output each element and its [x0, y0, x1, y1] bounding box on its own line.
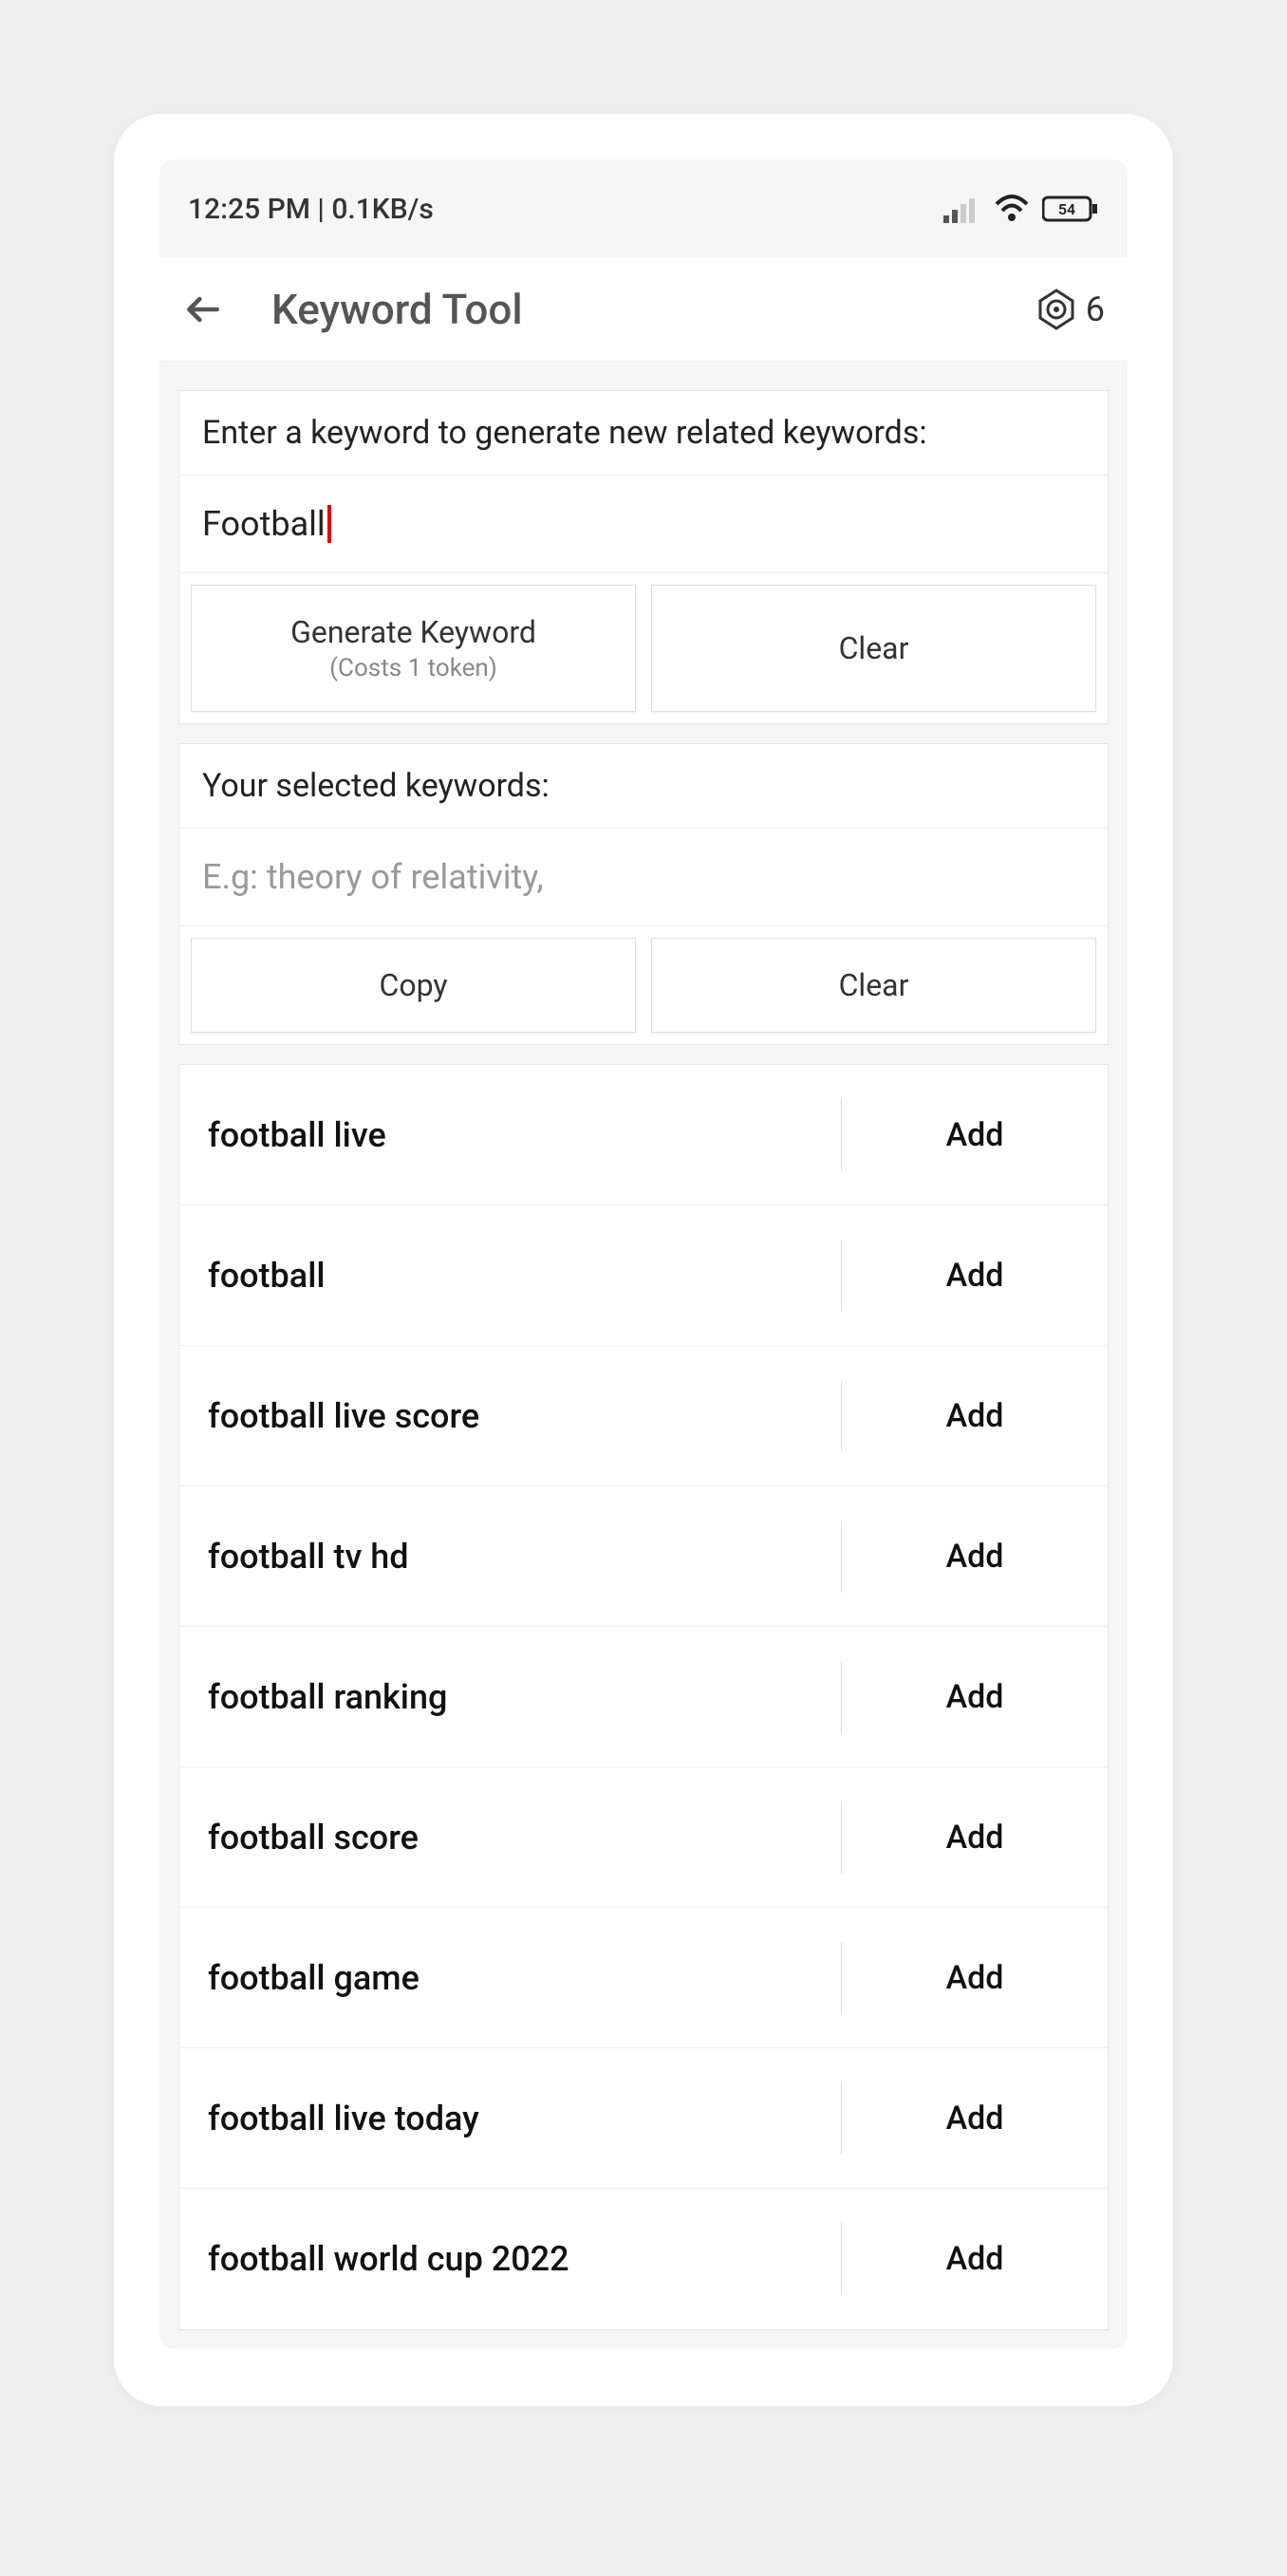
signal-icon [943, 195, 981, 223]
result-keyword: football live score [179, 1396, 841, 1436]
result-row: football scoreAdd [179, 1767, 1108, 1908]
outer-frame: 12:25 PM | 0.1KB/s 54 [0, 0, 1287, 2576]
selected-keywords-buttons: Copy Clear [179, 925, 1108, 1044]
result-keyword: football [179, 1256, 841, 1296]
phone-card: 12:25 PM | 0.1KB/s 54 [114, 114, 1173, 2406]
copy-button[interactable]: Copy [191, 938, 636, 1033]
wifi-icon [993, 195, 1031, 223]
selected-keywords-panel: Your selected keywords: E.g: theory of r… [178, 743, 1109, 1045]
result-keyword: football game [179, 1958, 841, 1998]
add-button[interactable]: Add [842, 1959, 1108, 1997]
results-list: football liveAddfootballAddfootball live… [178, 1064, 1109, 2330]
clear-selected-button[interactable]: Clear [651, 938, 1096, 1033]
add-button[interactable]: Add [842, 1257, 1108, 1295]
token-badge[interactable]: 6 [1035, 288, 1105, 331]
page-title: Keyword Tool [271, 285, 523, 334]
status-icons: 54 [943, 195, 1099, 223]
keyword-input[interactable]: Football [179, 475, 1108, 572]
result-row: footballAdd [179, 1205, 1108, 1346]
clear-selected-label: Clear [839, 967, 909, 1003]
result-keyword: football tv hd [179, 1537, 841, 1577]
result-keyword: football score [179, 1818, 841, 1857]
battery-icon: 54 [1042, 195, 1099, 223]
status-time: 12:25 PM | 0.1KB/s [188, 193, 434, 226]
text-cursor [327, 505, 331, 543]
keyword-input-panel: Enter a keyword to generate new related … [178, 390, 1109, 724]
add-button[interactable]: Add [842, 1397, 1108, 1435]
copy-label: Copy [379, 967, 447, 1003]
app-header: Keyword Tool 6 [159, 258, 1128, 362]
generate-keyword-button[interactable]: Generate Keyword (Costs 1 token) [191, 585, 636, 712]
generate-keyword-sublabel: (Costs 1 token) [329, 654, 497, 682]
app-header-left: Keyword Tool [182, 285, 523, 334]
back-icon[interactable] [182, 289, 224, 330]
add-button[interactable]: Add [842, 1116, 1108, 1154]
add-button[interactable]: Add [842, 1678, 1108, 1716]
keyword-input-buttons: Generate Keyword (Costs 1 token) Clear [179, 572, 1108, 723]
result-row: football rankingAdd [179, 1627, 1108, 1767]
result-row: football live scoreAdd [179, 1346, 1108, 1486]
clear-keyword-button[interactable]: Clear [651, 585, 1096, 712]
result-row: football liveAdd [179, 1065, 1108, 1205]
add-button[interactable]: Add [842, 1538, 1108, 1576]
add-button[interactable]: Add [842, 2100, 1108, 2137]
result-keyword: football live [179, 1115, 841, 1155]
token-count: 6 [1086, 289, 1105, 329]
svg-text:54: 54 [1058, 200, 1075, 218]
keyword-input-value: Football [202, 504, 326, 544]
selected-keywords-label: Your selected keywords: [179, 744, 1108, 828]
result-keyword: football live today [179, 2099, 841, 2138]
add-button[interactable]: Add [842, 1819, 1108, 1857]
clear-keyword-label: Clear [839, 630, 909, 666]
result-row: football live todayAdd [179, 2048, 1108, 2189]
result-keyword: football world cup 2022 [179, 2239, 841, 2279]
keyword-input-label: Enter a keyword to generate new related … [179, 391, 1108, 475]
selected-keywords-input[interactable]: E.g: theory of relativity, [179, 828, 1108, 925]
result-row: football gameAdd [179, 1908, 1108, 2048]
content: Enter a keyword to generate new related … [159, 362, 1128, 2349]
result-row: football tv hdAdd [179, 1486, 1108, 1627]
token-icon [1035, 288, 1078, 331]
add-button[interactable]: Add [842, 2240, 1108, 2278]
result-row: football world cup 2022Add [179, 2189, 1108, 2329]
generate-keyword-label: Generate Keyword [290, 614, 536, 650]
selected-keywords-placeholder: E.g: theory of relativity, [202, 857, 544, 897]
result-keyword: football ranking [179, 1677, 841, 1717]
status-bar: 12:25 PM | 0.1KB/s 54 [159, 159, 1128, 258]
